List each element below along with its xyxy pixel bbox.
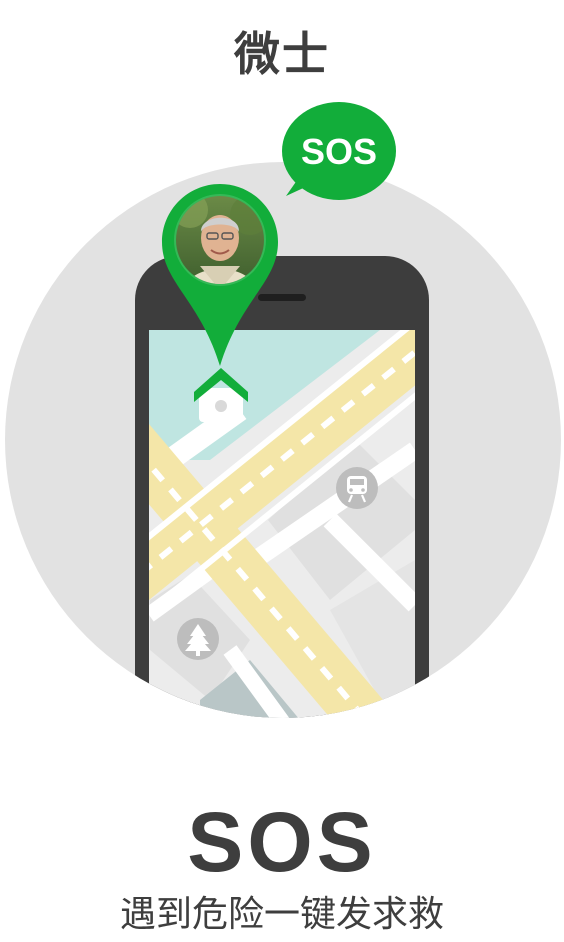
tree-icon [177,618,219,660]
chat-bubble-icon: SOS [282,102,396,200]
headline: SOS [187,795,377,889]
sos-illustration: SOS [5,102,561,718]
subtitle: 遇到危险一键发求救 [119,894,444,935]
phone-speaker [258,294,306,301]
map-screen [149,330,415,718]
phone [135,256,429,718]
train-icon [336,467,378,509]
sos-bubble-label: SOS [301,131,377,172]
